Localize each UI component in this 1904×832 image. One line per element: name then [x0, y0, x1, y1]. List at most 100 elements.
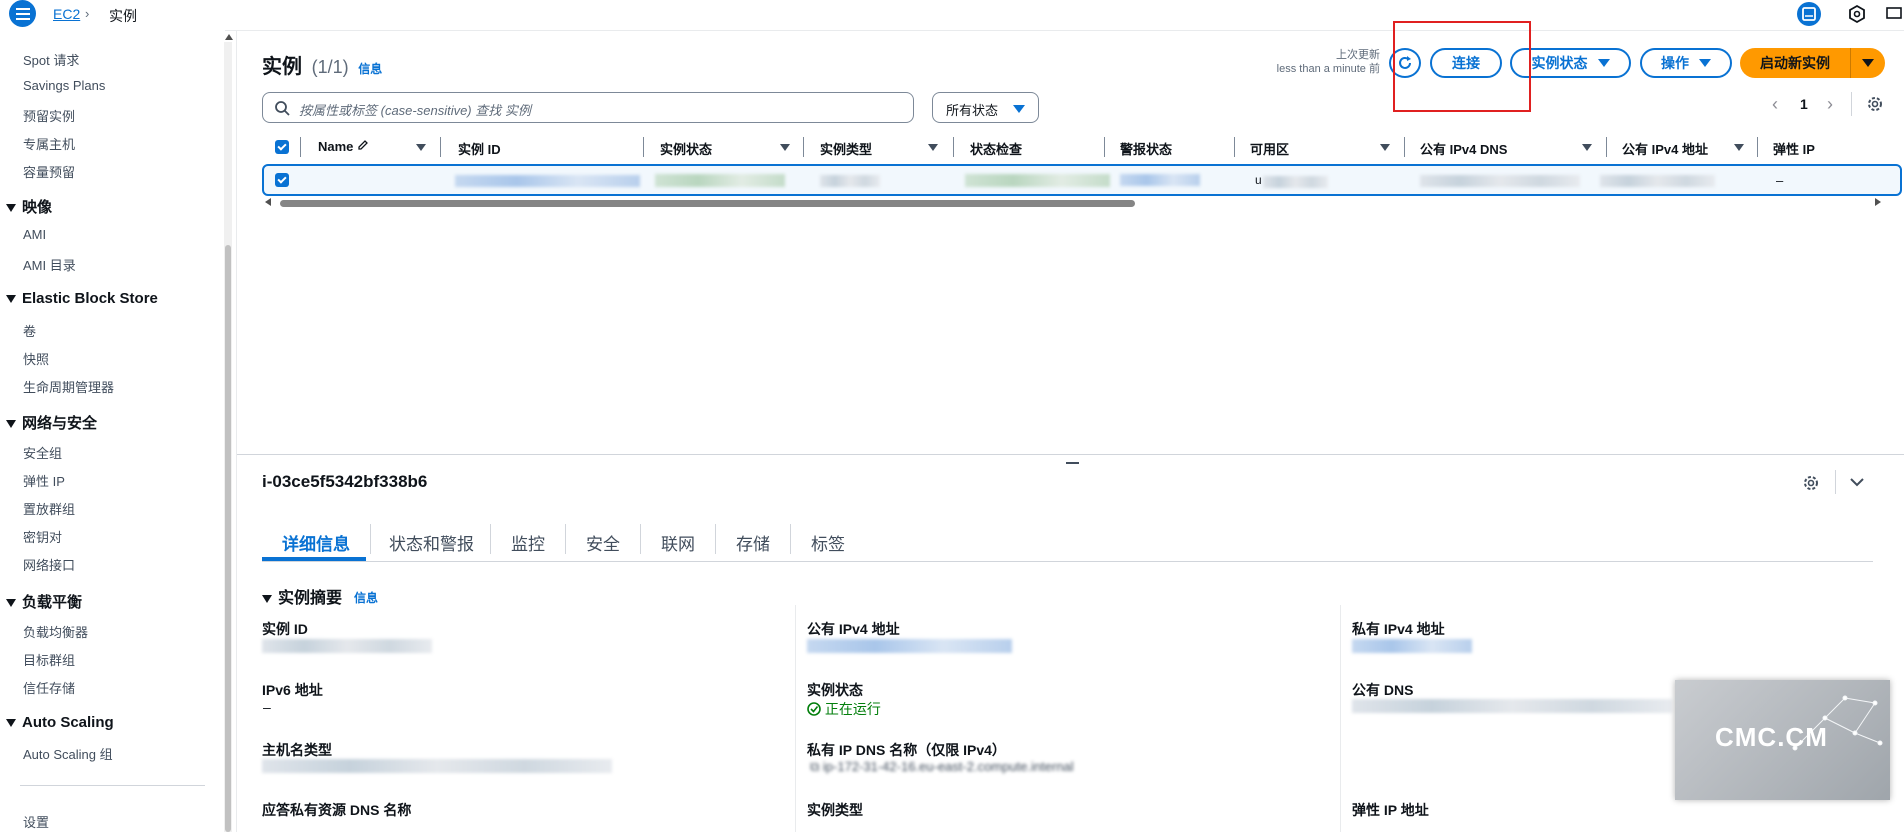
- sidebar-item-placement[interactable]: 置放群组: [23, 499, 75, 518]
- sidebar-section-ebs[interactable]: Elastic Block Store: [6, 290, 158, 307]
- state-filter-select[interactable]: 所有状态: [932, 92, 1039, 123]
- edit-icon: [358, 140, 368, 150]
- next-page-icon[interactable]: ›: [1827, 94, 1833, 115]
- scroll-right-icon[interactable]: [1875, 198, 1881, 206]
- redacted-public-dns-value: [1352, 699, 1672, 713]
- redacted-az: [1263, 176, 1328, 188]
- sort-icon[interactable]: [416, 144, 426, 151]
- tab-monitoring[interactable]: 监控: [511, 530, 545, 555]
- scroll-up-icon[interactable]: [225, 34, 233, 40]
- column-divider: [803, 137, 804, 157]
- pagination-divider: [1851, 92, 1852, 116]
- sidebar-item-target-groups[interactable]: 目标群组: [23, 650, 75, 669]
- sidebar-item-lifecycle[interactable]: 生命周期管理器: [23, 377, 114, 396]
- column-header-type[interactable]: 实例类型: [820, 139, 872, 158]
- column-divider: [795, 605, 796, 832]
- sidebar-item-elastic-ip[interactable]: 弹性 IP: [23, 471, 65, 490]
- tab-details[interactable]: 详细信息: [282, 530, 350, 555]
- column-header-state[interactable]: 实例状态: [660, 139, 712, 158]
- chevron-down-icon[interactable]: [1849, 476, 1865, 488]
- sidebar-divider: [20, 785, 205, 786]
- sort-icon[interactable]: [1582, 144, 1592, 151]
- sidebar-section-network[interactable]: 网络与安全: [6, 412, 97, 433]
- sidebar-item-settings[interactable]: 设置: [23, 812, 49, 831]
- redacted-public-dns: [1420, 175, 1580, 187]
- column-header-public-dns[interactable]: 公有 IPv4 DNS: [1420, 139, 1507, 158]
- settings-hex-icon[interactable]: [1845, 2, 1869, 26]
- tab-status-alarms[interactable]: 状态和警报: [389, 530, 474, 555]
- column-header-az[interactable]: 可用区: [1250, 139, 1289, 158]
- field-private-ipv4-label: 私有 IPv4 地址: [1352, 621, 1445, 637]
- actions-button[interactable]: 操作: [1640, 48, 1732, 78]
- scroll-left-icon[interactable]: [265, 198, 271, 206]
- az-value: u: [1255, 173, 1262, 187]
- select-all-checkbox[interactable]: [275, 140, 289, 154]
- sidebar-scroll-thumb[interactable]: [225, 245, 231, 832]
- breadcrumb-ec2[interactable]: EC2: [53, 6, 80, 22]
- sidebar-item-dedicated[interactable]: 专属主机: [23, 134, 75, 153]
- sidebar-item-network-interfaces[interactable]: 网络接口: [23, 555, 75, 574]
- redacted-instance-id: [455, 175, 640, 187]
- redacted-instance-id-value: [262, 639, 432, 653]
- sidebar-item-ami-catalog[interactable]: AMI 目录: [23, 255, 76, 274]
- watermark-logo: CMC.CM: [1675, 680, 1890, 800]
- column-header-alarm[interactable]: 警报状态: [1120, 139, 1172, 158]
- sidebar-item-security-groups[interactable]: 安全组: [23, 443, 62, 462]
- field-public-dns-label: 公有 DNS: [1352, 682, 1414, 698]
- panel-toggle-icon[interactable]: [1797, 2, 1821, 26]
- tab-security[interactable]: 安全: [586, 530, 620, 555]
- row-checkbox[interactable]: [275, 173, 289, 187]
- chevron-right-icon: ›: [85, 6, 90, 21]
- column-header-public-ip[interactable]: 公有 IPv4 地址: [1622, 139, 1708, 158]
- redacted-type: [820, 175, 880, 187]
- column-header-instance-id[interactable]: 实例 ID: [458, 139, 501, 158]
- sidebar-item-ami[interactable]: AMI: [23, 227, 46, 242]
- tab-storage[interactable]: 存储: [736, 530, 770, 555]
- copy-icon[interactable]: ⧉: [810, 759, 819, 774]
- caret-down-icon: [6, 599, 16, 608]
- sidebar-item-volumes[interactable]: 卷: [23, 321, 36, 340]
- sidebar-item-capacity[interactable]: 容量预留: [23, 162, 75, 181]
- elastic-ip-value: –: [1776, 173, 1784, 188]
- sidebar-item-asg[interactable]: Auto Scaling 组: [23, 744, 113, 763]
- sort-icon[interactable]: [1380, 144, 1390, 151]
- prev-page-icon[interactable]: ‹: [1772, 94, 1778, 115]
- sidebar-item-load-balancers[interactable]: 负载均衡器: [23, 622, 88, 641]
- sort-icon[interactable]: [928, 144, 938, 151]
- sidebar-section-lb[interactable]: 负载平衡: [6, 591, 82, 612]
- launch-dropdown-button[interactable]: [1851, 48, 1885, 78]
- column-divider: [440, 137, 441, 157]
- sidebar-item-spot[interactable]: Spot 请求: [23, 50, 79, 69]
- sort-icon[interactable]: [1734, 144, 1744, 151]
- summary-title[interactable]: 实例摘要: [262, 584, 342, 608]
- gear-icon[interactable]: [1866, 95, 1884, 113]
- instances-header: 实例 (1/1) 信息: [262, 50, 382, 79]
- resize-handle[interactable]: [1066, 462, 1079, 464]
- column-header-status-check[interactable]: 状态检查: [970, 139, 1022, 158]
- field-private-ip-dns-label: 私有 IP DNS 名称（仅限 IPv4）: [807, 742, 1006, 758]
- info-link[interactable]: 信息: [358, 62, 382, 76]
- column-divider: [643, 137, 644, 157]
- search-input[interactable]: 按属性或标签 (case-sensitive) 查找 实例: [262, 92, 914, 123]
- sidebar-item-trust-stores[interactable]: 信任存储: [23, 678, 75, 697]
- column-header-name[interactable]: Name: [318, 139, 369, 154]
- page-number[interactable]: 1: [1800, 96, 1808, 112]
- gear-icon[interactable]: [1802, 474, 1820, 492]
- sidebar-item-savings[interactable]: Savings Plans: [23, 78, 105, 93]
- sidebar-item-reserved[interactable]: 预留实例: [23, 106, 75, 125]
- column-header-elastic-ip[interactable]: 弹性 IP: [1773, 139, 1815, 158]
- menu-icon[interactable]: [9, 0, 36, 27]
- horizontal-scroll-thumb[interactable]: [280, 200, 1135, 207]
- sidebar-section-autoscaling[interactable]: Auto Scaling: [6, 714, 114, 731]
- tab-networking[interactable]: 联网: [661, 530, 695, 555]
- sidebar-item-snapshots[interactable]: 快照: [23, 349, 49, 368]
- tab-tags[interactable]: 标签: [811, 530, 845, 555]
- feedback-icon[interactable]: [1882, 2, 1904, 26]
- launch-instance-button[interactable]: 启动新实例: [1740, 48, 1850, 78]
- sidebar-section-images[interactable]: 映像: [6, 196, 52, 217]
- sidebar-item-key-pairs[interactable]: 密钥对: [23, 527, 62, 546]
- highlight-box: [1393, 21, 1531, 112]
- summary-info-link[interactable]: 信息: [354, 589, 378, 606]
- tab-divider: [490, 524, 491, 554]
- sort-icon[interactable]: [780, 144, 790, 151]
